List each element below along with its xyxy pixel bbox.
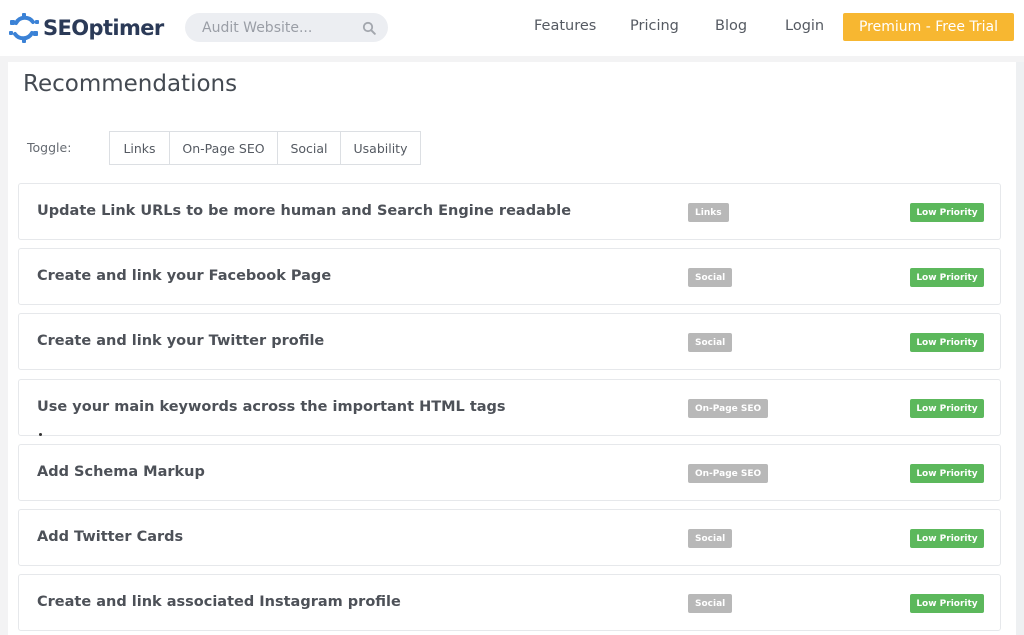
recommendation-title: Create and link associated Instagram pro… — [37, 594, 401, 610]
priority-badge: Low Priority — [910, 399, 984, 418]
audit-website-input[interactable] — [202, 19, 352, 36]
category-badge: On-Page SEO — [688, 464, 769, 483]
top-navbar: SEOptimer Features Pricing Blog Login Pr… — [0, 0, 1024, 56]
category-badge: Social — [688, 268, 733, 287]
recommendation-row[interactable]: Add Twitter Cards Social Low Priority — [18, 509, 1001, 566]
priority-badge: Low Priority — [910, 594, 984, 613]
category-toggle-group: Links On-Page SEO Social Usability — [109, 131, 421, 165]
toggle-links-button[interactable]: Links — [109, 131, 170, 165]
toggle-usability-button[interactable]: Usability — [340, 131, 421, 165]
nav-login-link[interactable]: Login — [785, 18, 824, 34]
toggle-social-button[interactable]: Social — [277, 131, 341, 165]
recommendation-row[interactable]: Use your main keywords across the import… — [18, 379, 1001, 436]
audit-search-box — [185, 13, 388, 42]
recommendation-row[interactable]: Create and link associated Instagram pro… — [18, 574, 1001, 631]
priority-badge: Low Priority — [910, 464, 984, 483]
priority-badge: Low Priority — [910, 529, 984, 548]
recommendation-title: Add Schema Markup — [37, 464, 205, 480]
page-gutter — [1016, 62, 1024, 635]
toggle-on-page-seo-button[interactable]: On-Page SEO — [169, 131, 278, 165]
recommendation-title: Create and link your Twitter profile — [37, 333, 325, 349]
recommendation-row[interactable]: Create and link your Twitter profile Soc… — [18, 313, 1001, 370]
recommendation-row[interactable]: Create and link your Facebook Page Socia… — [18, 248, 1001, 305]
category-badge: Social — [688, 333, 733, 352]
category-badge: On-Page SEO — [688, 399, 769, 418]
toggle-label: Toggle: — [27, 140, 72, 155]
page-title: Recommendations — [23, 71, 238, 97]
nav-features-link[interactable]: Features — [534, 18, 596, 34]
logo-gear-icon — [9, 13, 39, 43]
priority-badge: Low Priority — [910, 203, 984, 222]
search-icon[interactable] — [362, 21, 376, 35]
recommendation-title: Use your main keywords across the import… — [37, 399, 506, 415]
category-badge: Links — [688, 203, 729, 222]
seoptimer-logo[interactable]: SEOptimer — [7, 11, 164, 45]
premium-free-trial-button[interactable]: Premium - Free Trial — [843, 13, 1014, 41]
recommendation-title: Update Link URLs to be more human and Se… — [37, 203, 572, 219]
recommendation-title: Add Twitter Cards — [37, 529, 184, 545]
stray-dot — [39, 433, 42, 436]
nav-pricing-link[interactable]: Pricing — [630, 18, 679, 34]
category-badge: Social — [688, 594, 733, 613]
nav-blog-link[interactable]: Blog — [715, 18, 747, 34]
recommendation-row[interactable]: Add Schema Markup On-Page SEO Low Priori… — [18, 444, 1001, 501]
recommendations-panel: Recommendations Toggle: Links On-Page SE… — [8, 62, 1016, 635]
logo-wordmark: SEOptimer — [43, 16, 164, 40]
category-badge: Social — [688, 529, 733, 548]
priority-badge: Low Priority — [910, 333, 984, 352]
recommendation-title: Create and link your Facebook Page — [37, 268, 332, 284]
recommendation-row[interactable]: Update Link URLs to be more human and Se… — [18, 183, 1001, 240]
priority-badge: Low Priority — [910, 268, 984, 287]
